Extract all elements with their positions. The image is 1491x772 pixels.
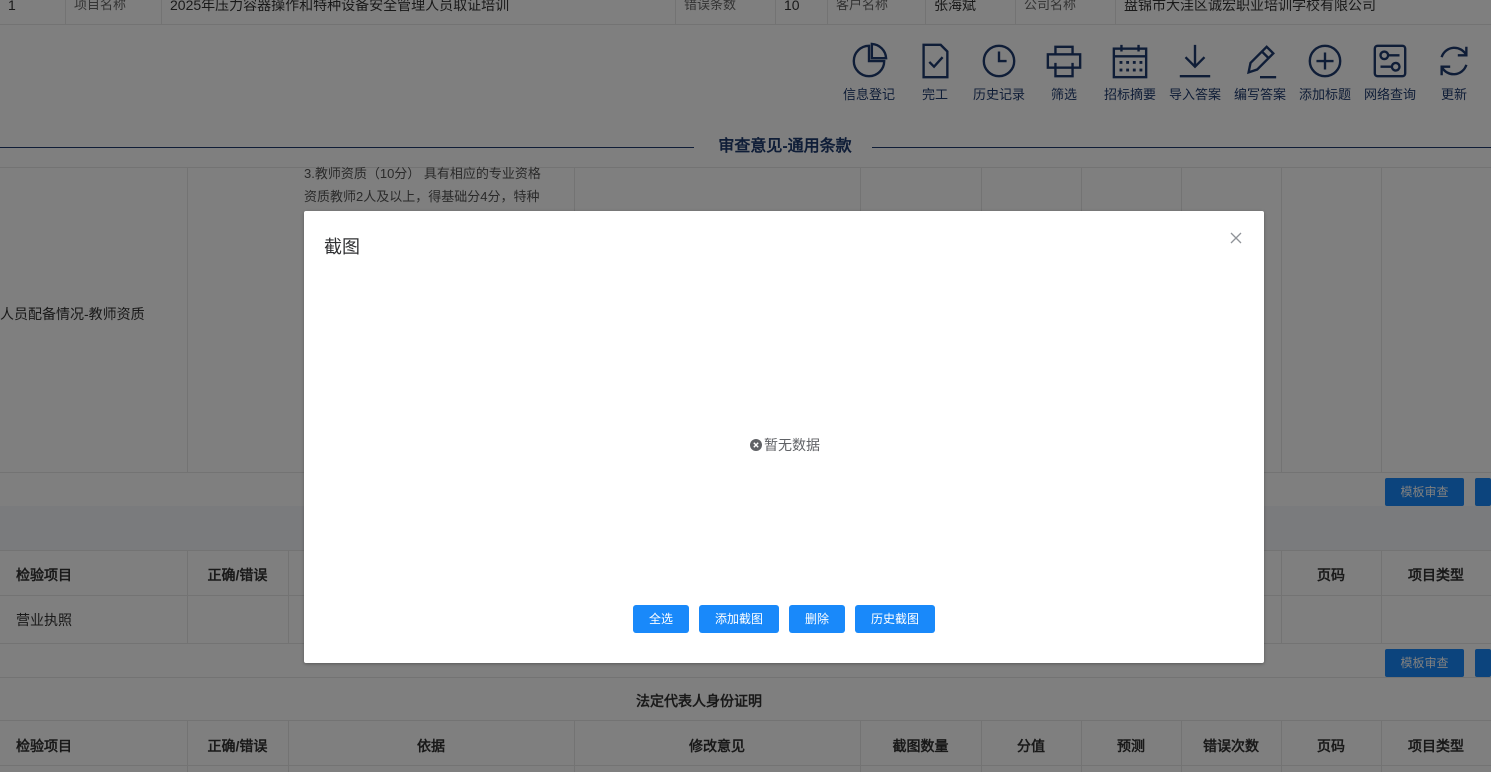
empty-state: 暂无数据 <box>750 435 820 455</box>
empty-text: 暂无数据 <box>764 437 820 453</box>
add-screenshot-button[interactable]: 添加截图 <box>699 605 779 633</box>
select-all-button[interactable]: 全选 <box>633 605 689 633</box>
close-circle-icon <box>750 439 762 451</box>
close-icon[interactable] <box>1228 230 1244 246</box>
history-screenshot-button[interactable]: 历史截图 <box>855 605 935 633</box>
dialog-title: 截图 <box>324 237 360 257</box>
delete-button[interactable]: 删除 <box>789 605 845 633</box>
screenshot-dialog: 截图 暂无数据 全选 添加截图 删除 历史截图 <box>304 211 1264 663</box>
